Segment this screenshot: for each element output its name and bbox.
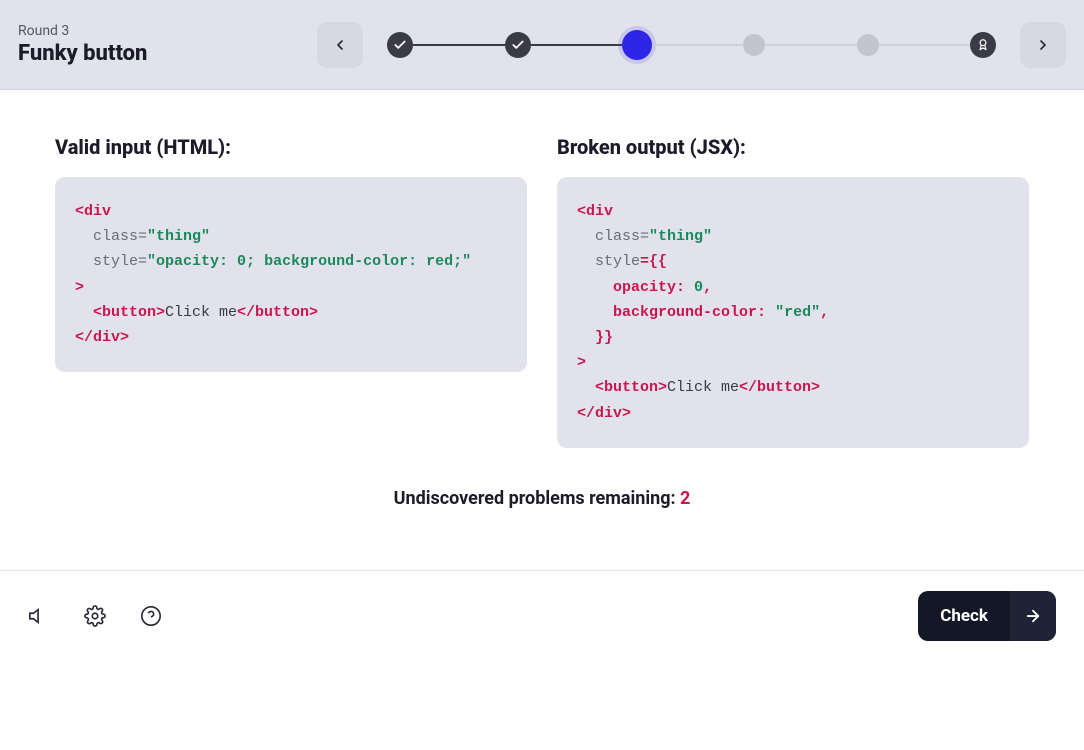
left-heading: Valid input (HTML): [55, 135, 527, 159]
code-token: 0 [694, 279, 703, 296]
page-title: Funky button [18, 41, 147, 66]
check-icon [393, 38, 407, 52]
code-token: Click me [667, 379, 739, 396]
progress-step-5[interactable] [857, 34, 879, 56]
code-token: Click me [165, 304, 237, 321]
code-token: , [820, 304, 829, 321]
code-token: style [595, 253, 640, 270]
code-token: "thing" [147, 228, 210, 245]
progress-segment [413, 44, 504, 46]
arrow-right-icon [1024, 607, 1042, 625]
code-token: <div [577, 203, 613, 220]
progress-step-4[interactable] [743, 34, 765, 56]
code-token: <div [75, 203, 111, 220]
code-token: </div> [577, 405, 631, 422]
gear-icon [84, 605, 106, 627]
chevron-left-icon [332, 37, 348, 53]
remaining-count: 2 [680, 488, 690, 509]
code-token: background-color: [613, 304, 766, 321]
progress-step-2[interactable] [505, 32, 531, 58]
code-token: = [640, 228, 649, 245]
sound-button[interactable] [28, 605, 50, 627]
code-token: "opacity: 0; background-color: red;" [147, 253, 471, 270]
output-code-block[interactable]: <div class="thing" style={{ opacity: 0, … [557, 177, 1029, 448]
right-heading: Broken output (JSX): [557, 135, 1029, 159]
check-button-arrow [1010, 591, 1056, 641]
settings-button[interactable] [84, 605, 106, 627]
help-icon [140, 605, 162, 627]
code-token: , [703, 279, 712, 296]
code-token: <button> [93, 304, 165, 321]
code-token: class [93, 228, 138, 245]
remaining-problems: Undiscovered problems remaining: 2 [55, 488, 1029, 509]
code-token: > [577, 354, 586, 371]
award-icon [976, 38, 990, 52]
code-token: "red" [775, 304, 820, 321]
right-column: Broken output (JSX): <div class="thing" … [557, 135, 1029, 448]
code-token: <button> [595, 379, 667, 396]
help-button[interactable] [140, 605, 162, 627]
prev-button[interactable] [317, 22, 363, 68]
code-token: > [75, 279, 84, 296]
code-token: = [138, 228, 147, 245]
progress-step-final[interactable] [970, 32, 996, 58]
code-token: "thing" [649, 228, 712, 245]
progress-segment [531, 44, 622, 46]
code-token: </button> [237, 304, 318, 321]
check-button-label: Check [918, 606, 1010, 626]
code-token: }} [595, 329, 613, 346]
progress-segment [879, 44, 970, 46]
progress-segment [652, 44, 743, 46]
round-label: Round 3 [18, 23, 147, 39]
speaker-icon [28, 605, 50, 627]
footer-left [28, 605, 162, 627]
code-token: opacity: [613, 279, 685, 296]
next-button[interactable] [1020, 22, 1066, 68]
chevron-right-icon [1035, 37, 1051, 53]
title-block: Round 3 Funky button [18, 23, 147, 66]
code-token: ={{ [640, 253, 667, 270]
progress-segment [765, 44, 856, 46]
topbar: Round 3 Funky button [0, 0, 1084, 90]
code-token: </div> [75, 329, 129, 346]
code-token: = [138, 253, 147, 270]
footer: Check [0, 570, 1084, 660]
input-code-block: <div class="thing" style="opacity: 0; ba… [55, 177, 527, 372]
progress-step-3-current[interactable] [622, 30, 652, 60]
content: Valid input (HTML): <div class="thing" s… [0, 90, 1084, 529]
code-token: style [93, 253, 138, 270]
left-column: Valid input (HTML): <div class="thing" s… [55, 135, 527, 448]
code-token: class [595, 228, 640, 245]
remaining-label: Undiscovered problems remaining: [394, 488, 680, 509]
progress-step-1[interactable] [387, 32, 413, 58]
columns: Valid input (HTML): <div class="thing" s… [55, 135, 1029, 448]
progress-bar [387, 30, 996, 60]
check-icon [511, 38, 525, 52]
code-token: </button> [739, 379, 820, 396]
check-button[interactable]: Check [918, 591, 1056, 641]
